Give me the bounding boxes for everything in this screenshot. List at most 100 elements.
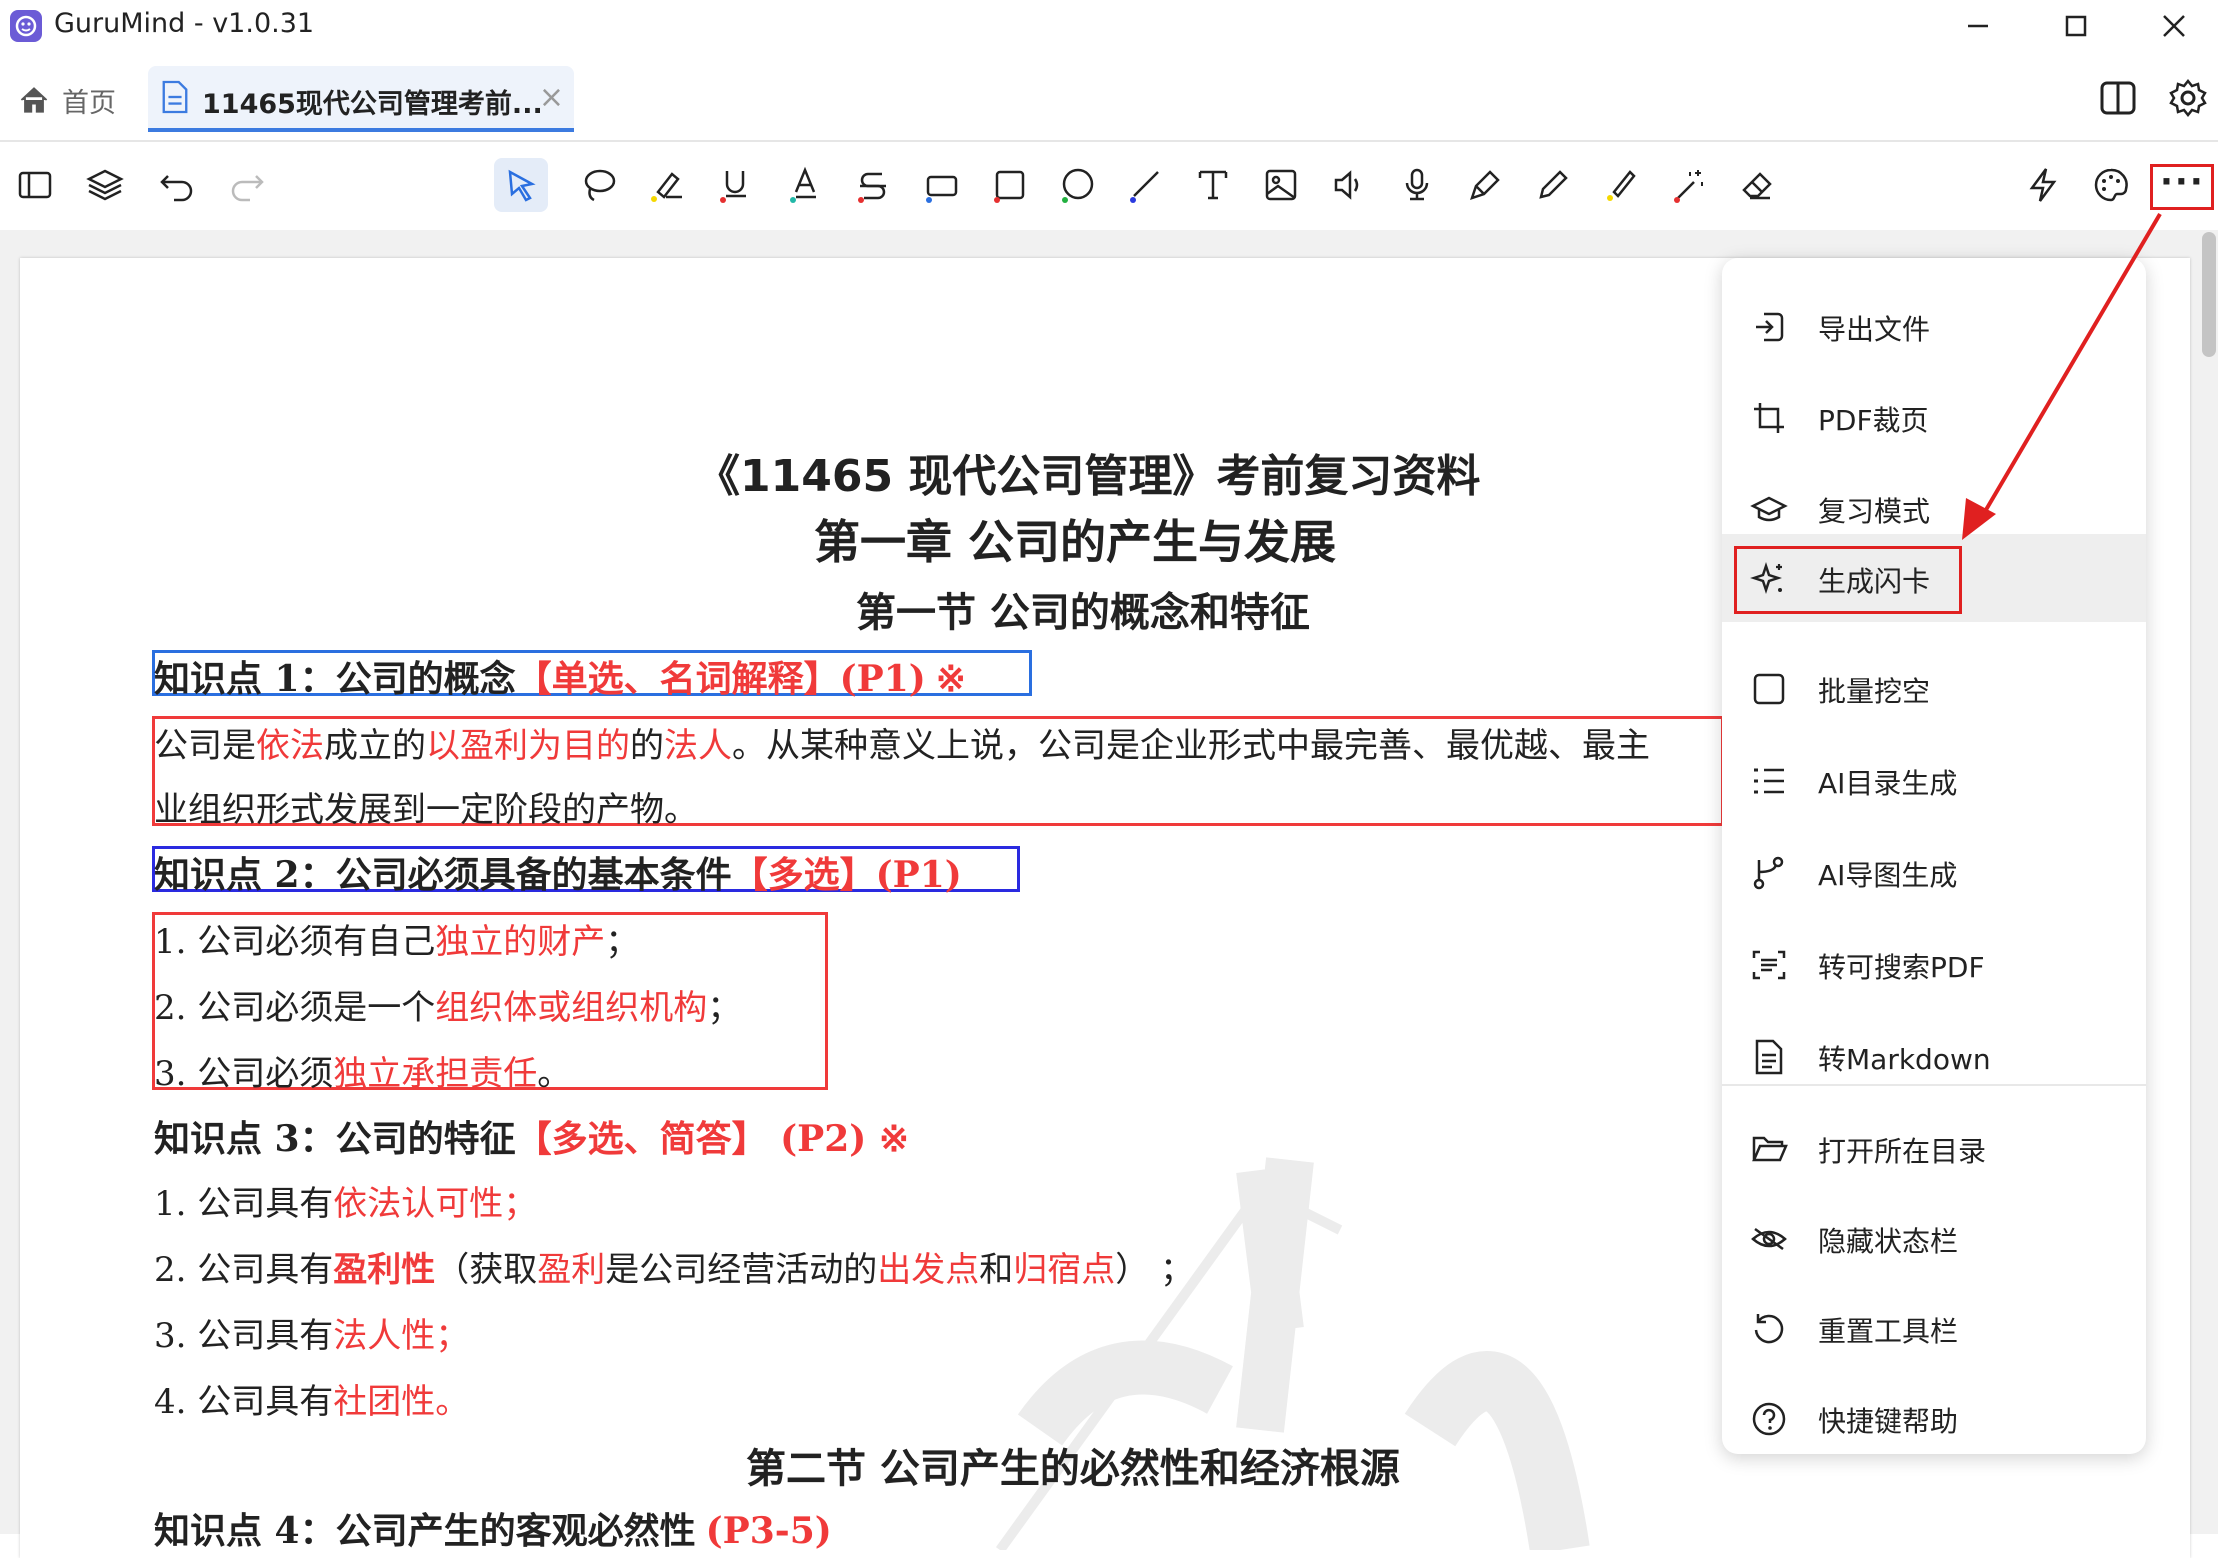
brush-icon bbox=[1607, 170, 1636, 201]
reset-icon bbox=[1754, 1314, 1784, 1344]
line-icon bbox=[1130, 171, 1159, 203]
tabbar-divider bbox=[0, 140, 2218, 142]
pencil-tool[interactable] bbox=[1526, 158, 1580, 212]
menu-item-shortcut-help[interactable]: 快捷键帮助 bbox=[1722, 1374, 2146, 1462]
list1-item-2: 2. 公司必须是一个组织体或组织机构； bbox=[154, 988, 742, 1028]
menu-item-open-folder[interactable]: 打开所在目录 bbox=[1722, 1104, 2146, 1192]
kp1-prefix: 知识点 1：公司的概念 bbox=[154, 658, 516, 700]
redo-button[interactable] bbox=[220, 158, 274, 212]
pencil-icon bbox=[1539, 170, 1568, 199]
undo-icon bbox=[160, 175, 193, 202]
flash-button[interactable] bbox=[2016, 158, 2070, 212]
image-icon bbox=[1265, 169, 1297, 201]
branch-icon bbox=[1753, 856, 1784, 890]
flash-icon bbox=[2029, 168, 2057, 202]
tab-document[interactable]: 11465现代公司管理考前... × bbox=[148, 66, 574, 132]
kp1-mark: ※ bbox=[935, 658, 966, 700]
pen-icon bbox=[1470, 170, 1500, 200]
undo-button[interactable] bbox=[150, 158, 204, 212]
title-bar: GuruMind - v1.0.31 bbox=[0, 0, 2218, 50]
kp2-heading: 知识点 2：公司必须具备的基本条件【多选】(P1) bbox=[154, 854, 962, 896]
image-tool[interactable] bbox=[1254, 158, 1308, 212]
kp3-heading: 知识点 3：公司的特征【多选、简答】 (P2) ※ bbox=[154, 1118, 910, 1160]
eye-off-icon bbox=[1751, 1227, 1787, 1251]
window-title: GuruMind - v1.0.31 bbox=[54, 8, 315, 39]
layers-icon bbox=[86, 169, 124, 201]
rectangle-tool[interactable] bbox=[982, 158, 1036, 212]
export-icon bbox=[1756, 312, 1784, 342]
square-icon bbox=[1753, 673, 1785, 705]
layers-button[interactable] bbox=[78, 158, 132, 212]
split-view-icon[interactable] bbox=[2098, 78, 2138, 122]
pen-tool[interactable] bbox=[1458, 158, 1512, 212]
text-color-tool[interactable] bbox=[778, 158, 832, 212]
doc-title: 《11465 现代公司管理》考前复习资料 bbox=[696, 451, 1481, 502]
menu-item-pdf-crop[interactable]: PDF裁页 bbox=[1722, 373, 2146, 461]
audio-icon bbox=[1334, 170, 1359, 200]
list2-item-4: 4. 公司具有社团性。 bbox=[154, 1382, 470, 1422]
highlight-tool[interactable] bbox=[640, 158, 694, 212]
vertical-scrollbar[interactable] bbox=[2202, 232, 2216, 357]
flashcard-highlight-box bbox=[1734, 546, 1962, 614]
text-color-icon bbox=[790, 166, 816, 203]
text-icon bbox=[1198, 170, 1228, 200]
eraser-tool[interactable] bbox=[1730, 158, 1784, 212]
tab-home-label: 首页 bbox=[62, 87, 116, 119]
doc-chapter: 第一章 公司的产生与发展 bbox=[814, 515, 1337, 569]
audio-tool[interactable] bbox=[1322, 158, 1376, 212]
close-window-button[interactable] bbox=[2146, 4, 2202, 48]
underline-icon bbox=[720, 171, 746, 203]
menu-item-to-markdown[interactable]: 转Markdown bbox=[1722, 1012, 2146, 1100]
menu-item-searchable-pdf[interactable]: 转可搜索PDF bbox=[1722, 920, 2146, 1008]
microphone-tool[interactable] bbox=[1390, 158, 1444, 212]
magic-wand-icon bbox=[1674, 170, 1703, 203]
menu-item-reset-toolbar[interactable]: 重置工具栏 bbox=[1722, 1284, 2146, 1372]
p1-line-2: 业组织形式发展到一定阶段的产物。 bbox=[154, 790, 698, 830]
sidebar-toggle-icon bbox=[18, 171, 52, 199]
underline-tool[interactable] bbox=[708, 158, 762, 212]
tab-close-icon[interactable]: × bbox=[539, 80, 564, 115]
select-tool[interactable] bbox=[494, 158, 548, 212]
magic-wand-tool[interactable] bbox=[1662, 158, 1716, 212]
p1-line-1: 公司是依法成立的以盈利为目的的法人。从某种意义上说，公司是企业形式中最完善、最优… bbox=[154, 726, 1650, 766]
minimize-button[interactable] bbox=[1950, 4, 2006, 48]
lasso-icon bbox=[584, 169, 616, 202]
text-box-icon bbox=[926, 175, 958, 203]
app-logo-icon bbox=[10, 10, 42, 42]
menu-item-batch-cloze[interactable]: 批量挖空 bbox=[1722, 644, 2146, 732]
tab-home[interactable]: 首页 bbox=[16, 78, 116, 122]
theme-button[interactable] bbox=[2084, 158, 2138, 212]
text-tool[interactable] bbox=[1186, 158, 1240, 212]
crop-icon bbox=[1754, 403, 1784, 433]
highlight-icon bbox=[651, 172, 682, 202]
maximize-button[interactable] bbox=[2048, 4, 2104, 48]
kp4-heading: 知识点 4：公司产生的客观必然性 (P3-5) bbox=[154, 1510, 832, 1552]
help-icon bbox=[1752, 1402, 1786, 1436]
select-icon bbox=[508, 169, 536, 202]
text-box-tool[interactable] bbox=[914, 158, 968, 212]
sidebar-toggle-button[interactable] bbox=[8, 158, 62, 212]
menu-item-ai-toc[interactable]: AI目录生成 bbox=[1722, 736, 2146, 824]
line-tool[interactable] bbox=[1118, 158, 1172, 212]
eraser-icon bbox=[1742, 172, 1772, 200]
settings-icon[interactable] bbox=[2168, 78, 2208, 122]
kp1-heading: 知识点 1：公司的概念【单选、名词解释】(P1) ※ bbox=[154, 650, 966, 702]
ellipse-icon bbox=[1062, 168, 1094, 203]
ellipse-tool[interactable] bbox=[1050, 158, 1104, 212]
menu-item-ai-mindmap[interactable]: AI导图生成 bbox=[1722, 828, 2146, 916]
strikethrough-tool[interactable] bbox=[846, 158, 900, 212]
more-icon[interactable]: ··· bbox=[2160, 162, 2205, 202]
tab-document-label: 11465现代公司管理考前... bbox=[202, 89, 543, 120]
home-icon bbox=[20, 87, 48, 113]
lasso-tool[interactable] bbox=[572, 158, 626, 212]
kp1-tag: 【单选、名词解释】(P1) bbox=[515, 658, 926, 700]
brush-tool[interactable] bbox=[1594, 158, 1648, 212]
doc-section-1: 第一节 公司的概念和特征 bbox=[856, 589, 1310, 636]
redo-icon bbox=[231, 175, 264, 202]
more-menu: 导出文件 PDF裁页 复习模式 生成闪卡 批量挖空 AI目录生成 AI导图生成 … bbox=[1722, 258, 2146, 1454]
list2-item-3: 3. 公司具有法人性； bbox=[154, 1316, 470, 1356]
menu-item-hide-statusbar[interactable]: 隐藏状态栏 bbox=[1722, 1194, 2146, 1282]
scan-text-icon bbox=[1752, 950, 1786, 980]
menu-item-export[interactable]: 导出文件 bbox=[1722, 282, 2146, 370]
microphone-icon bbox=[1405, 168, 1429, 201]
